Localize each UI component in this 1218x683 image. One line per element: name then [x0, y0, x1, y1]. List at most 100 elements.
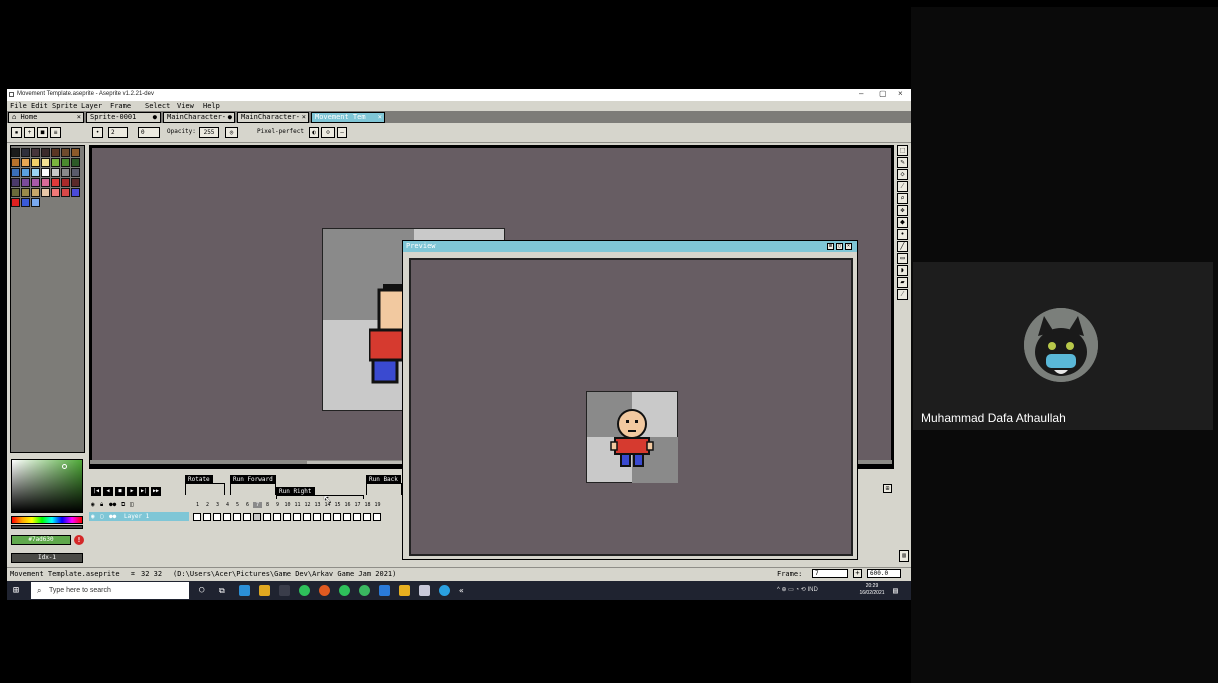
palette-swatch[interactable] — [11, 188, 20, 197]
palette-swatch[interactable] — [31, 168, 40, 177]
menu-layer[interactable]: Layer — [81, 102, 102, 110]
palette-swatch[interactable] — [51, 168, 60, 177]
menu-file[interactable]: File — [10, 102, 27, 110]
file-explorer-icon[interactable] — [259, 585, 270, 596]
brush-size-field[interactable]: 2 — [108, 127, 128, 138]
palette-swatch[interactable] — [61, 178, 70, 187]
palette-swatch[interactable] — [71, 168, 80, 177]
lock-header-icon[interactable]: 🔒︎ — [100, 501, 103, 509]
menu-edit[interactable]: Edit — [31, 102, 48, 110]
cel[interactable] — [193, 513, 201, 521]
zoom-icon[interactable] — [439, 585, 450, 596]
palette-swatch[interactable] — [11, 198, 20, 207]
frame-number[interactable]: 9 — [273, 502, 282, 508]
palette-swatch[interactable] — [31, 158, 40, 167]
edge-icon[interactable] — [239, 585, 250, 596]
symmetry-icon[interactable]: ⊙ — [321, 127, 335, 138]
aseprite-icon[interactable] — [419, 585, 430, 596]
palette-swatch[interactable] — [51, 158, 60, 167]
menu-sprite[interactable]: Sprite — [52, 102, 77, 110]
palette-swatch[interactable] — [41, 158, 50, 167]
palette-swatch[interactable] — [21, 188, 30, 197]
tab-movement-template[interactable]: Movement Tem × — [311, 112, 385, 123]
frame-number[interactable]: 6 — [243, 502, 252, 508]
frame-number[interactable]: 8 — [263, 502, 272, 508]
frame-number[interactable]: 16 — [343, 502, 352, 508]
stop-button[interactable]: ■ — [115, 487, 125, 496]
palette-swatch[interactable] — [21, 178, 30, 187]
frame-number[interactable]: 2 — [203, 502, 212, 508]
palette-swatch[interactable] — [11, 158, 20, 167]
palette-swatch[interactable] — [11, 148, 20, 157]
fill-tool-icon[interactable]: ⬥ — [897, 217, 908, 228]
cel[interactable] — [273, 513, 281, 521]
link-header-icon[interactable]: ⧉ — [121, 501, 125, 509]
foreground-color-field[interactable]: #7ad630 — [11, 535, 71, 545]
palette-swatch[interactable] — [61, 168, 70, 177]
palette-swatch[interactable] — [61, 158, 70, 167]
preview-mode-icon[interactable]: ⊞ — [827, 243, 834, 250]
cel[interactable] — [233, 513, 241, 521]
color-picker[interactable] — [11, 459, 83, 513]
palette-swatch[interactable] — [21, 198, 30, 207]
preview-window[interactable]: Preview ⊞ ▢ × — [402, 240, 858, 560]
frame-number[interactable]: 17 — [353, 502, 362, 508]
palette-swatch[interactable] — [11, 178, 20, 187]
taskbar-clock[interactable]: 20:29 16/02/2021 — [855, 583, 889, 597]
frame-number[interactable]: 7 — [253, 502, 262, 508]
eye-icon[interactable]: ◉ — [91, 513, 95, 520]
blur-tool-icon[interactable]: ▰ — [897, 277, 908, 288]
frame-number[interactable]: 19 — [373, 502, 382, 508]
onion-skin-icon[interactable]: ●● — [109, 501, 116, 508]
text-tool-icon[interactable]: ⁄ — [897, 289, 908, 300]
brush-line-button[interactable]: ≡ — [50, 127, 61, 138]
frame-number[interactable]: 1 — [193, 502, 202, 508]
eyedropper-tool-icon[interactable]: ⁄ — [897, 181, 908, 192]
lock-icon[interactable]: ▢ — [100, 513, 104, 520]
line-tool-icon[interactable]: ╱ — [897, 241, 908, 252]
marquee-tool-icon[interactable]: ⬚ — [897, 145, 908, 156]
timeline-scroll-icon[interactable]: ▥ — [899, 550, 909, 562]
cel[interactable] — [263, 513, 271, 521]
pencil-tool-icon[interactable]: ✎ — [897, 157, 908, 168]
firefox-icon[interactable] — [319, 585, 330, 596]
layer-settings-icon[interactable]: ◫ — [130, 501, 134, 508]
notification-icon[interactable]: ▤ — [893, 585, 904, 596]
palette-swatch[interactable] — [51, 188, 60, 197]
palette-swatch[interactable] — [41, 148, 50, 157]
close-icon[interactable]: × — [302, 113, 306, 122]
hue-slider[interactable] — [11, 516, 83, 524]
more-options-icon[interactable]: – — [337, 127, 347, 138]
palette-swatch[interactable] — [51, 148, 60, 157]
preview-maximize-icon[interactable]: ▢ — [836, 243, 843, 250]
color-index-field[interactable]: Idx-1 — [11, 553, 83, 563]
cel[interactable] — [313, 513, 321, 521]
contour-tool-icon[interactable]: ◗ — [897, 265, 908, 276]
frame-number[interactable]: 10 — [283, 502, 292, 508]
frame-number[interactable]: 12 — [303, 502, 312, 508]
palette-swatch[interactable] — [51, 178, 60, 187]
window-titlebar[interactable]: Movement Template.aseprite - Aseprite v1… — [7, 89, 911, 101]
frame-number[interactable]: 15 — [333, 502, 342, 508]
palette-swatch[interactable] — [71, 158, 80, 167]
cel[interactable] — [343, 513, 351, 521]
brush-preview-button[interactable]: • — [92, 127, 103, 138]
spotify-icon[interactable] — [299, 585, 310, 596]
palette-swatch[interactable] — [31, 198, 40, 207]
cel[interactable] — [223, 513, 231, 521]
palette-swatch[interactable] — [11, 168, 20, 177]
tab-maincharacter-1[interactable]: MainCharacter- ● — [163, 112, 235, 123]
minimize-button[interactable]: – — [859, 89, 863, 98]
continuous-icon[interactable]: ●● — [109, 513, 116, 520]
horizontal-scrollbar-thumb[interactable] — [307, 461, 407, 464]
chrome-icon[interactable] — [359, 585, 370, 596]
close-icon[interactable]: × — [77, 113, 81, 122]
menu-frame[interactable]: Frame — [110, 102, 131, 110]
opacity-field[interactable]: 255 — [199, 127, 219, 138]
play-button[interactable]: ▶ — [127, 487, 137, 496]
cel[interactable] — [213, 513, 221, 521]
palette-swatch[interactable] — [71, 188, 80, 197]
app-icon[interactable] — [279, 585, 290, 596]
frame-number[interactable]: 18 — [363, 502, 372, 508]
frame-number[interactable]: 11 — [293, 502, 302, 508]
